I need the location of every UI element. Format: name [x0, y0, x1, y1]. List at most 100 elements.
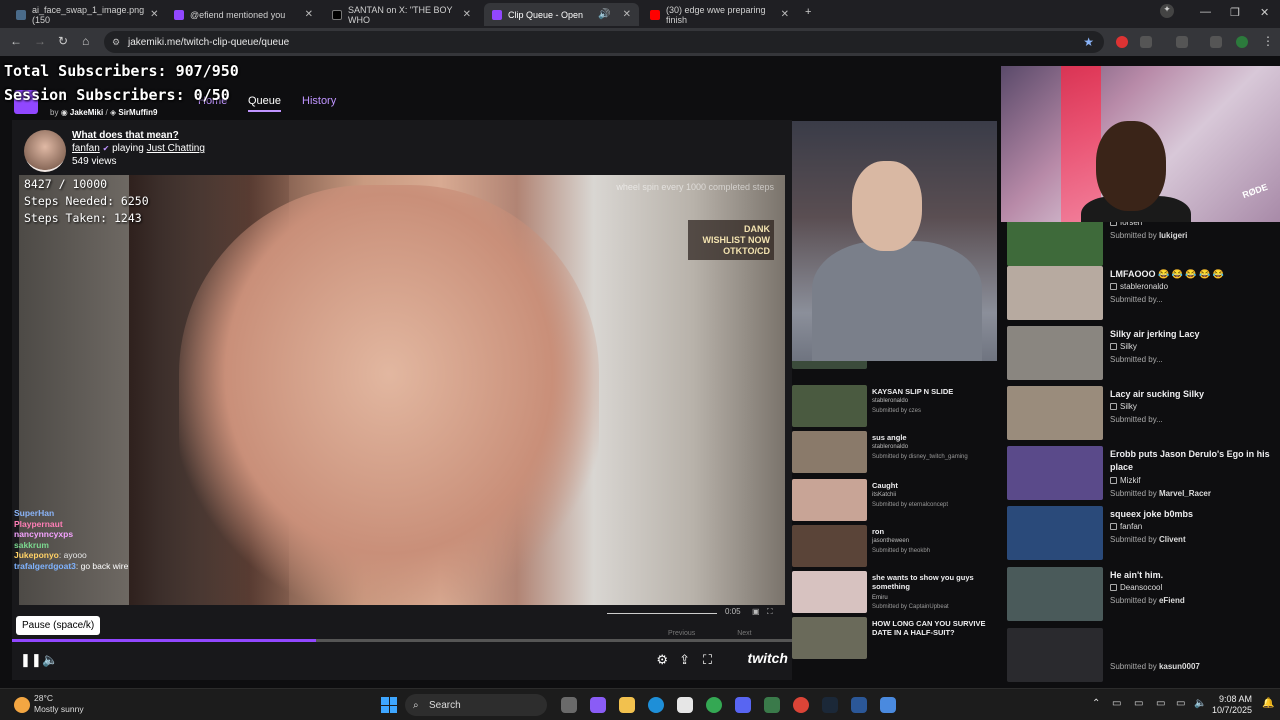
weather-widget[interactable]: 28°C Mostly sunny	[34, 693, 84, 715]
tab-search-icon[interactable]	[1176, 36, 1188, 48]
back-icon[interactable]: ←	[10, 34, 22, 48]
share-icon[interactable]: ⇪	[679, 652, 690, 668]
clip-thumbnail[interactable]	[792, 361, 867, 369]
queue-item[interactable]: He ain't him. Deansocool Submitted by eFie…	[1001, 567, 1280, 627]
close-tab-icon[interactable]: ✕	[305, 9, 313, 20]
file-explorer-icon[interactable]	[619, 697, 635, 713]
queue-item[interactable]: forsen Submitted by lukigeri	[1001, 222, 1280, 272]
steam-icon[interactable]	[822, 697, 838, 713]
ai-assistant-icon[interactable]: ✦	[1160, 4, 1174, 18]
queue-item[interactable]: sus angle stableronaldo Submitted by disne…	[792, 429, 997, 473]
queue-item[interactable]: Lacy air sucking Silky Silky Submitted by.…	[1001, 386, 1280, 446]
taskbar-clock[interactable]: 9:08 AM 10/7/2025	[1212, 694, 1252, 716]
queue-item[interactable]: Erobb puts Jason Derulo's Ego in his pla…	[1001, 446, 1280, 506]
chrome-icon[interactable]	[706, 697, 722, 713]
author-link[interactable]: JakeMiki	[70, 108, 103, 117]
taskbar-search[interactable]: ⌕ Search	[405, 694, 547, 716]
clip-thumbnail[interactable]	[1007, 506, 1103, 560]
clip-thumbnail[interactable]	[1007, 446, 1103, 500]
tray-app-icon[interactable]: ▭	[1112, 698, 1121, 709]
site-info-icon[interactable]: ⚙	[112, 37, 120, 48]
clip-title[interactable]: What does that mean?	[72, 130, 179, 141]
clip-player[interactable]: What does that mean? fanfan ✔ playing Ju…	[12, 120, 792, 680]
queue-item[interactable]: HOW LONG CAN YOU SURVIVE DATE IN A HALF-…	[792, 615, 997, 659]
progress-bar[interactable]	[12, 639, 792, 642]
queue-item[interactable]: ron jasontheween Submitted by theokbh	[792, 523, 997, 567]
browser-tab[interactable]: (30) edge wwe preparing finish ✕	[642, 3, 797, 26]
previous-button[interactable]: Previous	[668, 630, 695, 637]
clip-thumbnail[interactable]	[792, 385, 867, 427]
broadcaster-avatar[interactable]	[24, 130, 66, 172]
start-button[interactable]	[381, 697, 397, 713]
browser-tab[interactable]: @efiend mentioned you ✕	[166, 3, 321, 26]
clip-thumbnail[interactable]	[1007, 222, 1103, 266]
clip-thumbnail[interactable]	[792, 431, 867, 473]
copilot-icon[interactable]	[590, 697, 606, 713]
app-icon[interactable]	[880, 697, 896, 713]
browser-tab[interactable]: ai_face_swap_1_image.png (150 ✕	[8, 3, 163, 26]
volume-icon[interactable]: 🔈	[42, 652, 58, 668]
terminal-icon[interactable]	[764, 697, 780, 713]
category-link[interactable]: Just Chatting	[147, 143, 205, 154]
inner-seek-bar[interactable]	[607, 613, 717, 614]
clip-thumbnail[interactable]	[1007, 266, 1103, 320]
nav-queue[interactable]: Queue	[248, 95, 282, 112]
clip-thumbnail[interactable]	[1007, 386, 1103, 440]
close-tab-icon[interactable]: ✕	[623, 9, 631, 20]
url-field[interactable]: ⚙ jakemiki.me/twitch-clip-queue/queue ★	[104, 31, 1104, 53]
forward-icon[interactable]: →	[34, 34, 46, 48]
tray-app-icon[interactable]: ▭	[1134, 698, 1143, 709]
broadcaster-link[interactable]: fanfan	[72, 143, 100, 154]
network-icon[interactable]: ▭	[1176, 698, 1185, 709]
chrome-alt-icon[interactable]	[793, 697, 809, 713]
queue-item[interactable]: Submitted by kasun0007	[1001, 628, 1280, 688]
fullscreen-icon[interactable]: ⛶	[703, 652, 712, 668]
home-icon[interactable]: ⌂	[82, 34, 89, 48]
new-tab-icon[interactable]: +	[805, 6, 811, 18]
weather-sun-icon[interactable]	[14, 697, 30, 713]
maximize-icon[interactable]: ❐	[1230, 6, 1240, 19]
inner-fullscreen-icon[interactable]: ⛶	[767, 607, 773, 617]
queue-item[interactable]: Submitted by gayshawty	[792, 361, 997, 369]
profile-avatar[interactable]	[1236, 36, 1248, 48]
speaker-icon[interactable]: 🔈	[1194, 698, 1206, 709]
browser-tab[interactable]: SANTAN on X: "THE BOY WHO ✕	[324, 3, 479, 26]
reload-icon[interactable]: ↻	[58, 34, 68, 48]
minimize-icon[interactable]: —	[1200, 6, 1211, 18]
close-tab-icon[interactable]: ✕	[150, 9, 158, 20]
pause-icon[interactable]: ❚❚	[20, 652, 42, 668]
discord-icon[interactable]	[735, 697, 751, 713]
menu-kebab-icon[interactable]: ⋮	[1262, 34, 1274, 48]
next-button[interactable]: Next	[737, 630, 751, 637]
twitch-logo[interactable]: twitch	[748, 650, 788, 666]
close-tab-icon[interactable]: ✕	[463, 9, 471, 20]
queue-item[interactable]: Caught itsKatchii Submitted by eternalconc…	[792, 477, 997, 521]
app-icon[interactable]	[851, 697, 867, 713]
tray-overflow-icon[interactable]: ⌃	[1092, 698, 1100, 709]
clip-thumbnail[interactable]	[792, 525, 867, 567]
pip-icon[interactable]: ▣	[752, 607, 760, 616]
media-icon[interactable]	[1210, 36, 1222, 48]
queue-item[interactable]: squeex joke b0mbs fanfan Submitted by Cliv…	[1001, 506, 1280, 566]
close-tab-icon[interactable]: ✕	[781, 9, 789, 20]
edge-icon[interactable]	[648, 697, 664, 713]
queue-item[interactable]: she wants to show you guys something Emir…	[792, 569, 997, 613]
puzzle-extensions-icon[interactable]	[1140, 36, 1152, 48]
browser-tab-active[interactable]: Clip Queue - Open 🔊 ✕	[484, 3, 639, 26]
store-icon[interactable]	[677, 697, 693, 713]
close-window-icon[interactable]: ✕	[1260, 6, 1269, 19]
clip-thumbnail[interactable]	[1007, 628, 1103, 682]
queue-item[interactable]: KAYSAN SLIP N SLIDE stableronaldo Submitte…	[792, 383, 997, 427]
clip-thumbnail[interactable]	[792, 617, 867, 659]
extension-icon[interactable]	[1116, 36, 1128, 48]
notification-icon[interactable]: 🔔	[1262, 698, 1274, 709]
bookmark-star-icon[interactable]: ★	[1083, 35, 1094, 49]
author-link[interactable]: SirMuffin9	[118, 108, 157, 117]
clip-thumbnail[interactable]	[1007, 567, 1103, 621]
settings-gear-icon[interactable]: ⚙	[656, 652, 668, 668]
nav-history[interactable]: History	[302, 95, 336, 107]
tray-app-icon[interactable]: ▭	[1156, 698, 1165, 709]
clip-thumbnail[interactable]	[1007, 326, 1103, 380]
clip-thumbnail[interactable]	[792, 571, 867, 613]
task-view-icon[interactable]	[561, 697, 577, 713]
